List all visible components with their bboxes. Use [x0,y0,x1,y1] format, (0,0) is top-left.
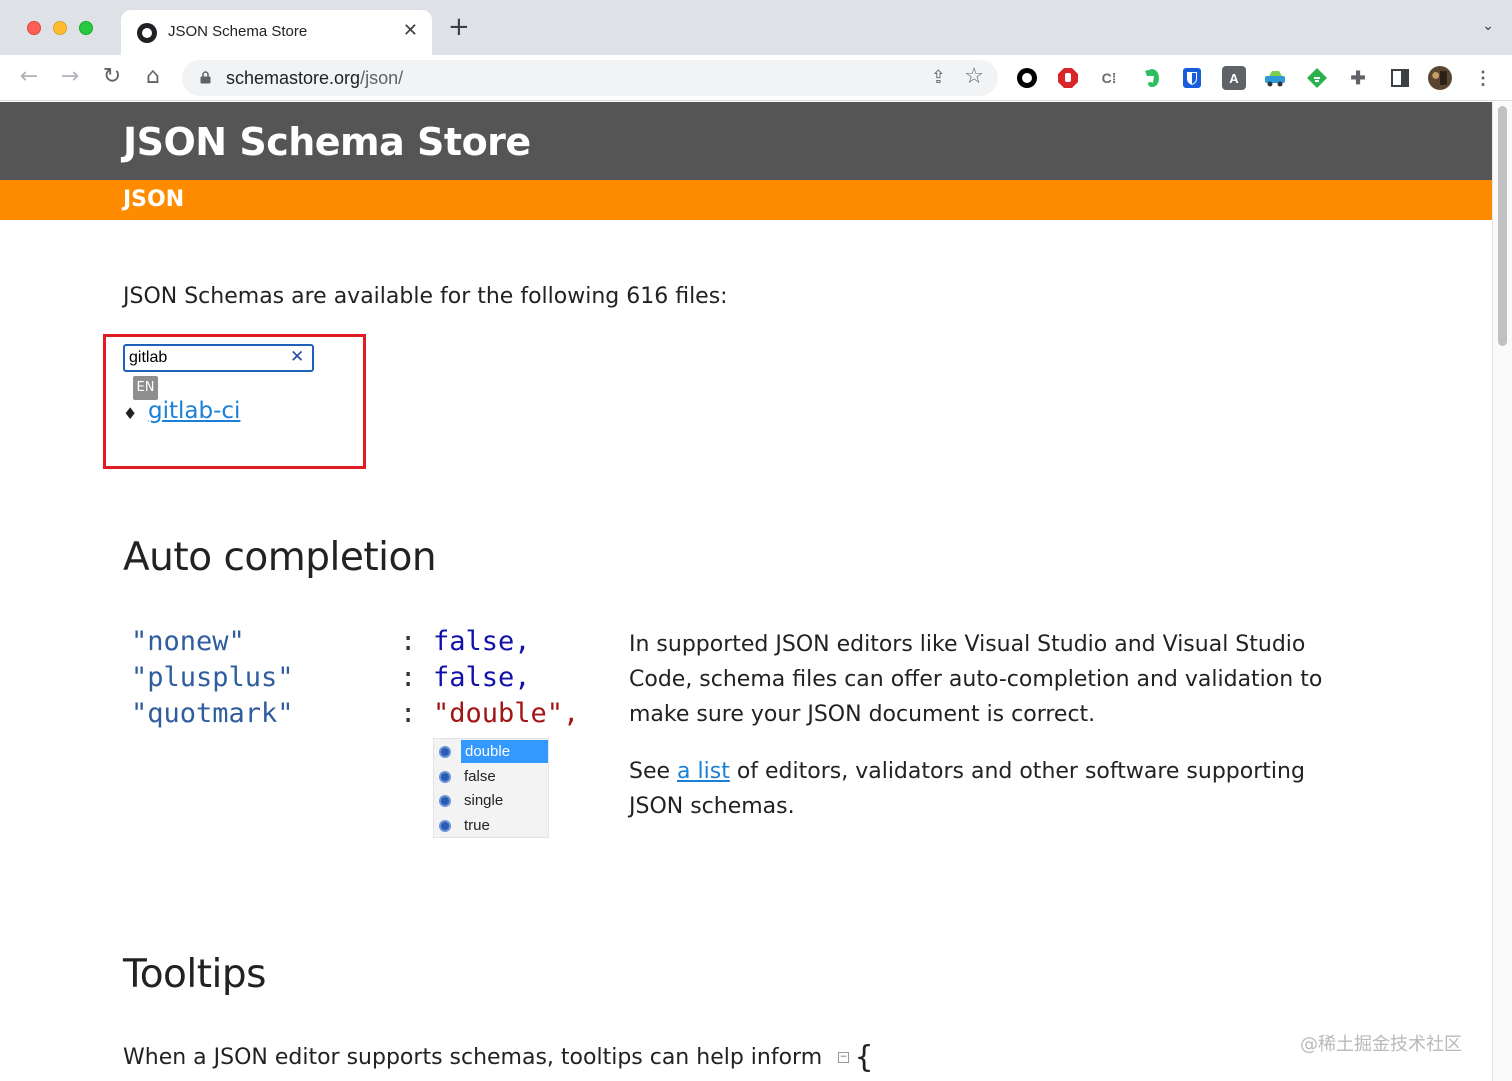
list-bullet-icon: ♦ [123,404,138,423]
autocomplete-item[interactable]: double [434,740,550,764]
window-minimize-button[interactable] [53,21,67,35]
window-close-button[interactable] [27,21,41,35]
bookmark-star-icon[interactable]: ☆ [964,64,984,89]
enum-value-icon [439,795,451,807]
extension-ci-icon[interactable]: C⁞ [1097,66,1121,90]
extension-translate-icon[interactable]: A [1222,66,1246,90]
side-panel-icon[interactable] [1388,66,1412,90]
browser-toolbar: ← → ↻ ⌂ schemastore.org/json/ ⇪ ☆ C⁞ A ✚… [0,55,1512,101]
code-value: false, [433,662,531,693]
tab-title: JSON Schema Store [168,23,308,40]
extension-feedly-icon[interactable] [1305,66,1329,90]
tab-close-icon[interactable]: ✕ [403,20,418,41]
input-language-badge: EN [133,376,158,400]
schema-result-link[interactable]: gitlab-ci [148,398,240,424]
profile-avatar[interactable] [1428,66,1452,90]
window-zoom-button[interactable] [79,21,93,35]
browser-tab-active[interactable]: JSON Schema Store ✕ [121,10,432,55]
browser-tab-bar: JSON Schema Store ✕ + ⌄ [0,0,1512,55]
tab-search-chevron-icon[interactable]: ⌄ [1482,18,1494,34]
page-content: JSON Schema Store JSON JSON Schemas are … [0,102,1492,1081]
code-colon: : [400,698,417,729]
autocomplete-label: single [464,792,504,809]
code-value: "double", [433,698,580,729]
extension-adblock-icon[interactable] [1056,66,1080,90]
autocomplete-label: false [464,768,496,785]
editors-list-paragraph: See a list of editors, validators and ot… [629,759,1305,819]
extensions-puzzle-icon[interactable]: ✚ [1346,66,1370,90]
site-nav-bar: JSON [0,180,1492,220]
enum-value-icon [439,746,451,758]
scrollbar-thumb[interactable] [1498,106,1507,346]
collapse-icon[interactable]: − [838,1052,849,1063]
schema-search-input[interactable] [123,344,314,372]
lock-icon [200,71,211,84]
extension-circle-icon[interactable] [1015,66,1039,90]
autocomplete-label: true [464,817,490,834]
share-icon[interactable]: ⇪ [931,67,946,88]
home-icon[interactable]: ⌂ [139,63,167,91]
editors-list-link[interactable]: a list [677,759,730,784]
auto-completion-description: In supported JSON editors like Visual St… [629,632,1323,727]
url-text[interactable]: schemastore.org/json/ [226,68,403,89]
autocomplete-item[interactable]: true [434,814,550,838]
forward-arrow-icon[interactable]: → [56,63,84,91]
auto-completion-heading: Auto completion [123,535,437,580]
autocomplete-item[interactable]: false [434,765,550,789]
watermark-text: @稀土掘金技术社区 [1300,1034,1462,1055]
enum-value-icon [439,771,451,783]
intro-text: JSON Schemas are available for the follo… [123,284,728,309]
enum-value-icon [439,820,451,832]
extension-bitwarden-icon[interactable] [1180,66,1204,90]
address-bar[interactable]: schemastore.org/json/ ⇪ ☆ [182,60,998,96]
code-brace: { [855,1040,874,1075]
code-key: "quotmark" [131,698,294,729]
browser-menu-icon[interactable]: ⋮ [1471,66,1495,90]
code-colon: : [400,662,417,693]
tooltips-heading: Tooltips [123,952,266,997]
site-favicon-icon [137,23,157,43]
code-key: "nonew" [131,626,245,657]
code-value: false, [433,626,531,657]
page-scrollbar[interactable] [1492,102,1512,1081]
code-colon: : [400,626,417,657]
autocomplete-popup: double false single true [433,738,549,838]
clear-search-icon[interactable]: ✕ [290,347,304,367]
extension-car-icon[interactable] [1263,66,1287,90]
site-header: JSON Schema Store [0,102,1492,180]
autocomplete-label: double [461,740,548,763]
reload-icon[interactable]: ↻ [98,63,126,91]
autocomplete-item[interactable]: single [434,789,550,813]
site-title[interactable]: JSON Schema Store [123,120,531,164]
back-arrow-icon[interactable]: ← [15,63,43,91]
nav-json-link[interactable]: JSON [123,187,184,212]
tooltips-description: When a JSON editor supports schemas, too… [123,1045,823,1070]
code-key: "plusplus" [131,662,294,693]
new-tab-button[interactable]: + [448,14,470,40]
extension-evernote-icon[interactable] [1139,66,1163,90]
